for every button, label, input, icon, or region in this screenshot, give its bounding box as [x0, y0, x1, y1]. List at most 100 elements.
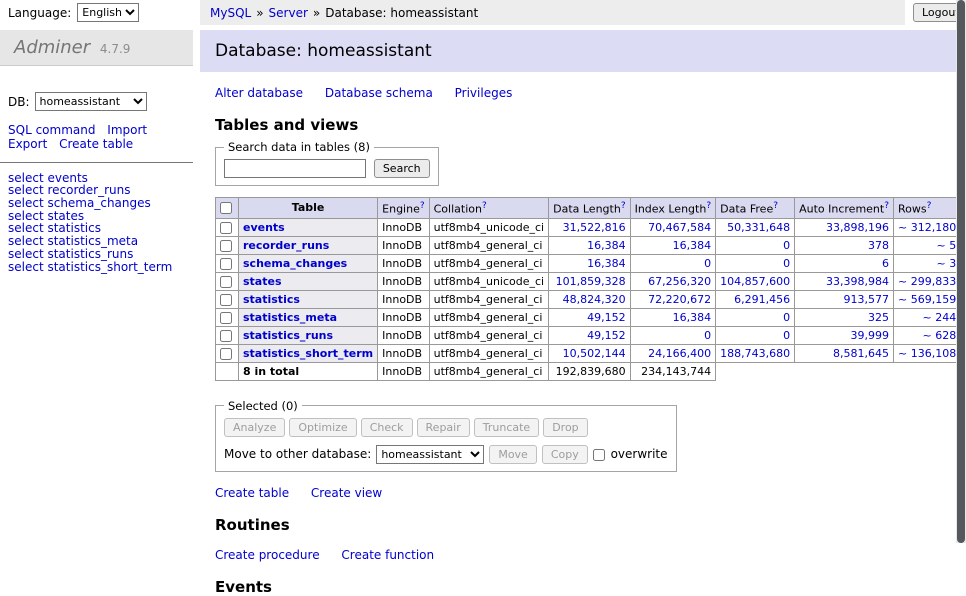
data-free-link-0[interactable]: 0: [783, 329, 790, 342]
index-length-link-67-256-320[interactable]: 67,256,320: [648, 275, 711, 288]
auto-increment-link-325[interactable]: 325: [868, 311, 889, 324]
index-length-link-24-166-400[interactable]: 24,166,400: [648, 347, 711, 360]
auto-increment-link-8-581-645[interactable]: 8,581,645: [833, 347, 889, 360]
data-free-link-50-331-648[interactable]: 50,331,648: [727, 221, 790, 234]
sidebar-item-select-statistics-runs[interactable]: select statistics_runs: [8, 248, 193, 261]
rows-link-628[interactable]: ~ 628: [922, 329, 956, 342]
help-data-free-link[interactable]: ?: [773, 201, 778, 211]
data-length-link-16-384[interactable]: 16,384: [587, 257, 626, 270]
data-free-link-0[interactable]: 0: [783, 311, 790, 324]
sidebar-item-select-schema-changes[interactable]: select schema_changes: [8, 197, 193, 210]
create-link-create-table[interactable]: Create table: [215, 486, 289, 500]
row-checkbox[interactable]: [220, 258, 232, 270]
index-length-link-16-384[interactable]: 16,384: [673, 311, 712, 324]
table-link-schema-changes[interactable]: schema_changes: [243, 257, 347, 270]
index-length-link-70-467-584[interactable]: 70,467,584: [648, 221, 711, 234]
index-length-link-72-220-672[interactable]: 72,220,672: [648, 293, 711, 306]
row-checkbox[interactable]: [220, 276, 232, 288]
sidebar-action-create-table[interactable]: Create table: [59, 137, 133, 151]
row-checkbox[interactable]: [220, 348, 232, 360]
language-select[interactable]: English: [77, 3, 139, 22]
help-index-length-link[interactable]: ?: [706, 201, 711, 211]
sidebar-action-sql-command[interactable]: SQL command: [8, 123, 95, 137]
move-db-select[interactable]: homeassistant: [376, 445, 484, 464]
data-length-link-48-824-320[interactable]: 48,824,320: [563, 293, 626, 306]
db-select[interactable]: homeassistant: [35, 92, 147, 111]
data-length-link-49-152[interactable]: 49,152: [587, 311, 626, 324]
data-length-link-101-859-328[interactable]: 101,859,328: [556, 275, 626, 288]
data-free-link-0[interactable]: 0: [783, 239, 790, 252]
data-length-link-31-522-816[interactable]: 31,522,816: [563, 221, 626, 234]
row-checkbox[interactable]: [220, 294, 232, 306]
auto-increment-link-39-999[interactable]: 39,999: [851, 329, 890, 342]
sidebar-item-select-statistics-meta[interactable]: select statistics_meta: [8, 235, 193, 248]
routine-link-create-procedure[interactable]: Create procedure: [215, 548, 320, 562]
auto-increment-link-913-577[interactable]: 913,577: [844, 293, 890, 306]
check-button[interactable]: Check: [361, 418, 413, 437]
db-link-alter-database[interactable]: Alter database: [215, 86, 303, 100]
row-checkbox[interactable]: [220, 312, 232, 324]
sidebar-item-select-statistics-short-term[interactable]: select statistics_short_term: [8, 261, 193, 274]
data-length-link-16-384[interactable]: 16,384: [587, 239, 626, 252]
analyze-button[interactable]: Analyze: [224, 418, 285, 437]
search-input[interactable]: [224, 159, 366, 178]
rows-link-244[interactable]: ~ 244: [922, 311, 956, 324]
row-checkbox[interactable]: [220, 222, 232, 234]
routine-link-create-function[interactable]: Create function: [341, 548, 434, 562]
index-length-link-0[interactable]: 0: [704, 329, 711, 342]
row-checkbox[interactable]: [220, 240, 232, 252]
optimize-button[interactable]: Optimize: [289, 418, 356, 437]
auto-increment-link-6[interactable]: 6: [882, 257, 889, 270]
rows-link-569-159[interactable]: ~ 569,159: [898, 293, 956, 306]
help-engine-link[interactable]: ?: [420, 201, 425, 211]
app-logo[interactable]: Adminer: [14, 37, 90, 58]
move-button[interactable]: Move: [489, 445, 537, 464]
sidebar-action-import[interactable]: Import: [107, 123, 147, 137]
rows-link-312-180[interactable]: ~ 312,180: [898, 221, 956, 234]
breadcrumb-mysql-link[interactable]: MySQL: [210, 6, 251, 20]
rows-link-3[interactable]: ~ 3: [936, 257, 956, 270]
table-link-states[interactable]: states: [243, 275, 282, 288]
drop-button[interactable]: Drop: [543, 418, 587, 437]
repair-button[interactable]: Repair: [417, 418, 470, 437]
help-rows-link[interactable]: ?: [927, 201, 932, 211]
table-link-statistics-short-term[interactable]: statistics_short_term: [243, 347, 373, 360]
data-free-link-188-743-680[interactable]: 188,743,680: [720, 347, 790, 360]
sidebar-action-export[interactable]: Export: [8, 137, 47, 151]
index-length-link-0[interactable]: 0: [704, 257, 711, 270]
rows-link-5[interactable]: ~ 5: [936, 239, 956, 252]
select-all-checkbox[interactable]: [220, 202, 232, 214]
data-free-link-6-291-456[interactable]: 6,291,456: [734, 293, 790, 306]
table-link-events[interactable]: events: [243, 221, 285, 234]
data-length-link-10-502-144[interactable]: 10,502,144: [563, 347, 626, 360]
checkbox-cell: [216, 326, 239, 344]
help-collation-link[interactable]: ?: [482, 201, 487, 211]
truncate-button[interactable]: Truncate: [474, 418, 539, 437]
auto-increment-link-33-398-984[interactable]: 33,398,984: [826, 275, 889, 288]
rows-link-136-108[interactable]: ~ 136,108: [898, 347, 956, 360]
index-length-link-16-384[interactable]: 16,384: [673, 239, 712, 252]
table-link-recorder-runs[interactable]: recorder_runs: [243, 239, 329, 252]
data-free-link-104-857-600[interactable]: 104,857,600: [720, 275, 790, 288]
create-link-create-view[interactable]: Create view: [311, 486, 382, 500]
breadcrumb-server-link[interactable]: Server: [269, 6, 308, 20]
rows-link-299-833[interactable]: ~ 299,833: [898, 275, 956, 288]
search-button[interactable]: Search: [374, 159, 430, 178]
db-link-database-schema[interactable]: Database schema: [325, 86, 433, 100]
scrollbar[interactable]: [956, 0, 966, 543]
data-free-link-0[interactable]: 0: [783, 257, 790, 270]
help-auto-increment-link[interactable]: ?: [884, 201, 889, 211]
overwrite-option[interactable]: overwrite: [593, 447, 668, 461]
table-link-statistics-runs[interactable]: statistics_runs: [243, 329, 333, 342]
table-link-statistics[interactable]: statistics: [243, 293, 300, 306]
copy-button[interactable]: Copy: [542, 445, 588, 464]
auto-increment-link-378[interactable]: 378: [868, 239, 889, 252]
row-checkbox[interactable]: [220, 330, 232, 342]
data-length-link-49-152[interactable]: 49,152: [587, 329, 626, 342]
auto-increment-link-33-898-196[interactable]: 33,898,196: [826, 221, 889, 234]
overwrite-checkbox[interactable]: [593, 449, 605, 461]
table-link-statistics-meta[interactable]: statistics_meta: [243, 311, 337, 324]
db-link-privileges[interactable]: Privileges: [455, 86, 513, 100]
help-data-length-link[interactable]: ?: [621, 201, 626, 211]
scrollbar-thumb[interactable]: [957, 0, 965, 543]
